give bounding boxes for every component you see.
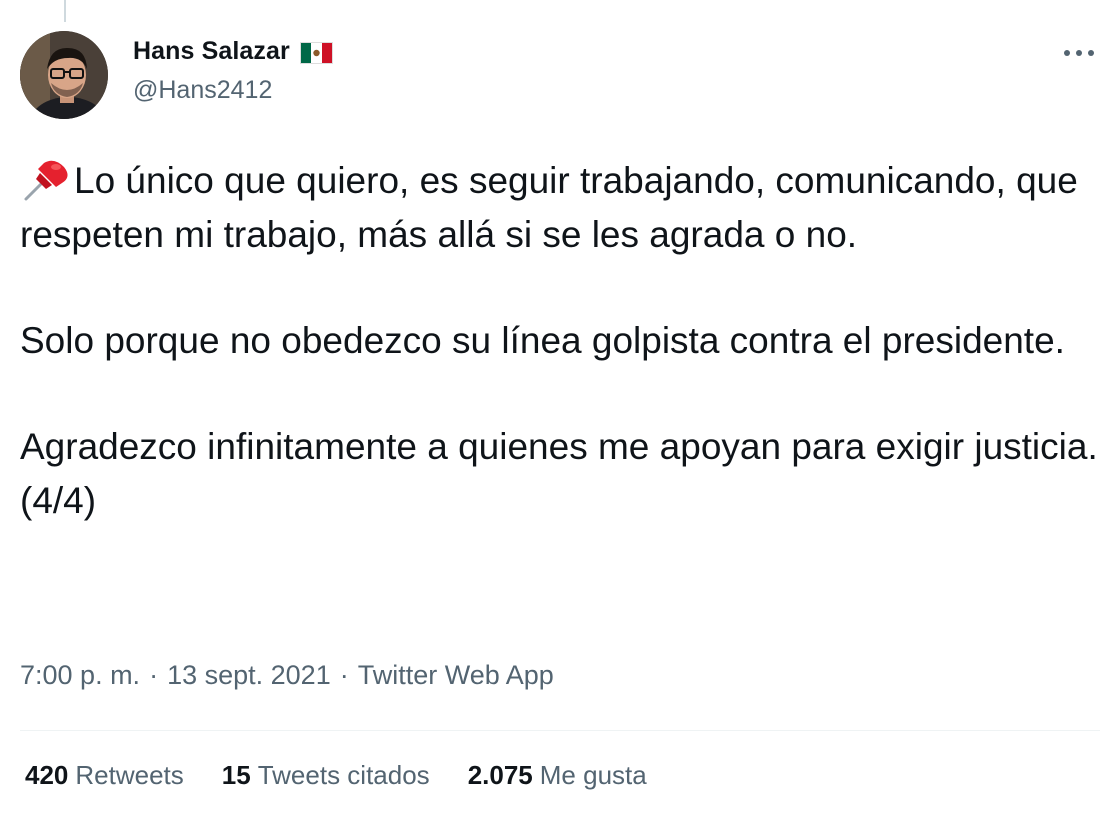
more-horizontal-icon[interactable] (1062, 46, 1096, 60)
likes-label: Me gusta (539, 760, 647, 790)
tweet-paragraph: Agradezco infinitamente a quienes me apo… (20, 426, 1098, 521)
tweet-paragraph: Solo porque no obedezco su línea golpist… (20, 320, 1065, 361)
engagement-stats: 420 Retweets 15 Tweets citados 2.075 Me … (25, 760, 647, 791)
author-handle[interactable]: @Hans2412 (133, 76, 272, 105)
mexico-flag-icon (299, 41, 333, 65)
quote-tweets-count: 15 (221, 760, 251, 790)
likes-stat[interactable]: 2.075 Me gusta (468, 760, 647, 791)
avatar[interactable] (20, 31, 108, 119)
tweet-time[interactable]: 7:00 p. m. (20, 660, 140, 691)
likes-count: 2.075 (467, 760, 533, 790)
divider (20, 730, 1100, 731)
quote-tweets-stat[interactable]: 15 Tweets citados (222, 760, 430, 791)
retweets-stat[interactable]: 420 Retweets (25, 760, 184, 791)
tweet-metadata: 7:00 p. m. · 13 sept. 2021 · Twitter Web… (20, 660, 554, 691)
pushpin-icon (20, 153, 72, 203)
author-display-name[interactable]: Hans Salazar (133, 37, 290, 66)
meta-separator: · (339, 660, 349, 690)
retweets-count: 420 (25, 760, 69, 790)
tweet-paragraph-1-text: Lo único que quiero, es seguir trabajand… (20, 160, 1078, 255)
meta-separator: · (149, 660, 159, 690)
tweet-text: Lo único que quiero, es seguir trabajand… (20, 153, 1100, 528)
thread-connector-line (64, 0, 66, 22)
retweets-label: Retweets (75, 760, 184, 790)
author-name-row: Hans Salazar (133, 37, 333, 66)
tweet-date[interactable]: 13 sept. 2021 (167, 660, 331, 691)
tweet-source[interactable]: Twitter Web App (358, 660, 554, 691)
quote-tweets-label: Tweets citados (257, 760, 430, 790)
profile-photo-icon (20, 31, 108, 119)
tweet-paragraph: Lo único que quiero, es seguir trabajand… (20, 153, 1100, 262)
